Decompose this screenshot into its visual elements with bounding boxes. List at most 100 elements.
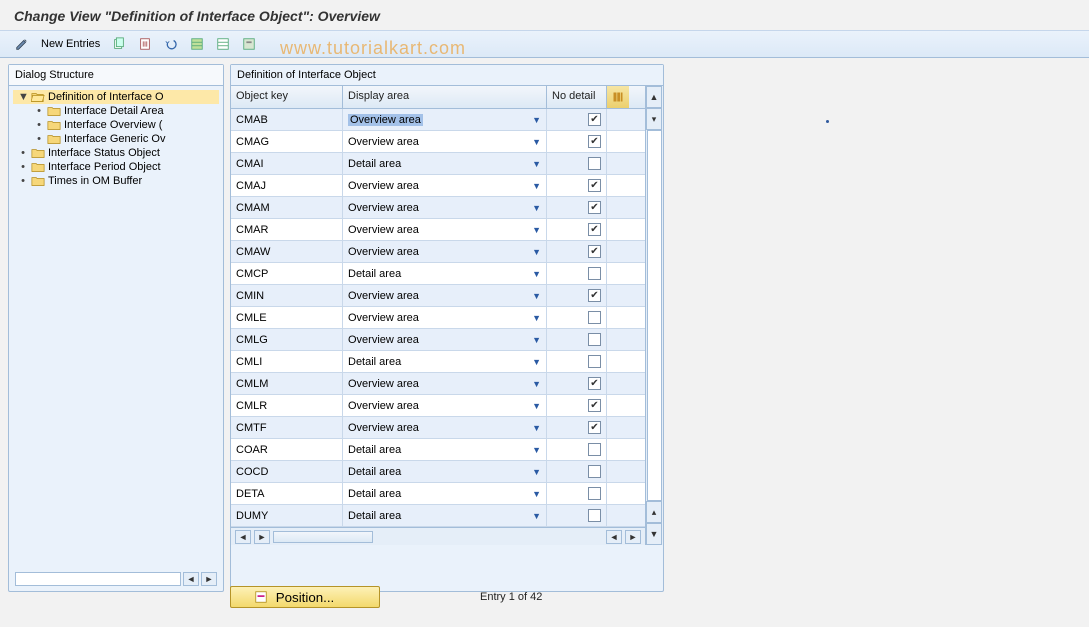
- dropdown-caret-icon[interactable]: ▼: [532, 269, 541, 279]
- cell-display-area-dropdown[interactable]: Overview area▼: [343, 417, 547, 438]
- hscroll-left[interactable]: ◄: [183, 572, 199, 586]
- dropdown-caret-icon[interactable]: ▼: [532, 291, 541, 301]
- cell-object-key[interactable]: CMCP: [231, 263, 343, 284]
- no-detail-checkbox[interactable]: [588, 399, 601, 412]
- cell-display-area-dropdown[interactable]: Detail area▼: [343, 263, 547, 284]
- no-detail-checkbox[interactable]: [588, 443, 601, 456]
- cell-object-key[interactable]: CMIN: [231, 285, 343, 306]
- cell-object-key[interactable]: CMLE: [231, 307, 343, 328]
- cell-object-key[interactable]: CMLI: [231, 351, 343, 372]
- tree-node[interactable]: ▼Definition of Interface O: [13, 90, 219, 104]
- cell-object-key[interactable]: CMLG: [231, 329, 343, 350]
- cell-object-key[interactable]: CMAI: [231, 153, 343, 174]
- grid-vscroll-up[interactable]: ▲: [646, 86, 662, 108]
- tree-caret-icon[interactable]: •: [34, 133, 44, 145]
- cell-display-area-dropdown[interactable]: Detail area▼: [343, 483, 547, 504]
- tree-node[interactable]: •Interface Generic Ov: [13, 132, 219, 146]
- cell-display-area-dropdown[interactable]: Overview area▼: [343, 373, 547, 394]
- no-detail-checkbox[interactable]: [588, 487, 601, 500]
- dropdown-caret-icon[interactable]: ▼: [532, 511, 541, 521]
- table-row[interactable]: CMAMOverview area▼: [231, 197, 645, 219]
- dropdown-caret-icon[interactable]: ▼: [532, 379, 541, 389]
- no-detail-checkbox[interactable]: [588, 245, 601, 258]
- cell-object-key[interactable]: COCD: [231, 461, 343, 482]
- print-button[interactable]: [237, 34, 261, 54]
- table-row[interactable]: CMLMOverview area▼: [231, 373, 645, 395]
- table-row[interactable]: CMTFOverview area▼: [231, 417, 645, 439]
- no-detail-checkbox[interactable]: [588, 113, 601, 126]
- cell-display-area-dropdown[interactable]: Overview area▼: [343, 219, 547, 240]
- table-row[interactable]: CMCPDetail area▼: [231, 263, 645, 285]
- dropdown-caret-icon[interactable]: ▼: [532, 357, 541, 367]
- new-entries-button[interactable]: New Entries: [36, 34, 105, 54]
- select-all-button[interactable]: [185, 34, 209, 54]
- cell-object-key[interactable]: DETA: [231, 483, 343, 504]
- table-row[interactable]: DUMYDetail area▼: [231, 505, 645, 527]
- table-row[interactable]: CMAROverview area▼: [231, 219, 645, 241]
- grid-vscroll[interactable]: ▲ ▾ ▴ ▼: [645, 86, 663, 545]
- table-row[interactable]: COCDDetail area▼: [231, 461, 645, 483]
- table-row[interactable]: CMAJOverview area▼: [231, 175, 645, 197]
- grid-vscroll-track[interactable]: [647, 130, 662, 501]
- dropdown-caret-icon[interactable]: ▼: [532, 335, 541, 345]
- dropdown-caret-icon[interactable]: ▼: [532, 445, 541, 455]
- no-detail-checkbox[interactable]: [588, 267, 601, 280]
- column-header-key[interactable]: Object key: [231, 86, 343, 108]
- dropdown-caret-icon[interactable]: ▼: [532, 159, 541, 169]
- cell-object-key[interactable]: COAR: [231, 439, 343, 460]
- no-detail-checkbox[interactable]: [588, 135, 601, 148]
- cell-display-area-dropdown[interactable]: Detail area▼: [343, 439, 547, 460]
- cell-object-key[interactable]: CMAJ: [231, 175, 343, 196]
- grid-hscroll[interactable]: ◄ ► ◄ ►: [231, 527, 645, 545]
- tree-node[interactable]: •Interface Status Object: [13, 146, 219, 160]
- tree-caret-icon[interactable]: •: [18, 175, 28, 187]
- tree-caret-icon[interactable]: •: [18, 161, 28, 173]
- cell-display-area-dropdown[interactable]: Overview area▼: [343, 131, 547, 152]
- no-detail-checkbox[interactable]: [588, 223, 601, 236]
- grid-vscroll-pageup[interactable]: ▾: [646, 108, 662, 130]
- cell-object-key[interactable]: CMLM: [231, 373, 343, 394]
- cell-object-key[interactable]: CMAR: [231, 219, 343, 240]
- dropdown-caret-icon[interactable]: ▼: [532, 137, 541, 147]
- tree-node[interactable]: •Interface Period Object: [13, 160, 219, 174]
- no-detail-checkbox[interactable]: [588, 509, 601, 522]
- column-config-button[interactable]: [607, 86, 629, 108]
- cell-display-area-dropdown[interactable]: Overview area▼: [343, 175, 547, 196]
- cell-display-area-dropdown[interactable]: Overview area▼: [343, 285, 547, 306]
- delete-button[interactable]: [133, 34, 157, 54]
- no-detail-checkbox[interactable]: [588, 421, 601, 434]
- dropdown-caret-icon[interactable]: ▼: [532, 313, 541, 323]
- cell-display-area-dropdown[interactable]: Overview area▼: [343, 307, 547, 328]
- grid-hscroll-left2[interactable]: ◄: [606, 530, 622, 544]
- table-row[interactable]: CMLROverview area▼: [231, 395, 645, 417]
- table-row[interactable]: CMLIDetail area▼: [231, 351, 645, 373]
- no-detail-checkbox[interactable]: [588, 311, 601, 324]
- no-detail-checkbox[interactable]: [588, 333, 601, 346]
- toggle-display-change-button[interactable]: [10, 34, 34, 54]
- dialog-structure-tree[interactable]: ▼Definition of Interface O•Interface Det…: [9, 86, 223, 192]
- hscroll-track[interactable]: [15, 572, 181, 586]
- deselect-all-button[interactable]: [211, 34, 235, 54]
- dropdown-caret-icon[interactable]: ▼: [532, 181, 541, 191]
- dropdown-caret-icon[interactable]: ▼: [532, 423, 541, 433]
- cell-object-key[interactable]: CMAM: [231, 197, 343, 218]
- no-detail-checkbox[interactable]: [588, 377, 601, 390]
- dropdown-caret-icon[interactable]: ▼: [532, 115, 541, 125]
- table-row[interactable]: CMLEOverview area▼: [231, 307, 645, 329]
- cell-object-key[interactable]: CMLR: [231, 395, 343, 416]
- no-detail-checkbox[interactable]: [588, 355, 601, 368]
- table-row[interactable]: CMLGOverview area▼: [231, 329, 645, 351]
- cell-display-area-dropdown[interactable]: Overview area▼: [343, 241, 547, 262]
- copy-as-button[interactable]: [107, 34, 131, 54]
- no-detail-checkbox[interactable]: [588, 465, 601, 478]
- dropdown-caret-icon[interactable]: ▼: [532, 401, 541, 411]
- cell-object-key[interactable]: CMAG: [231, 131, 343, 152]
- cell-display-area-dropdown[interactable]: Detail area▼: [343, 461, 547, 482]
- hscroll-right[interactable]: ►: [201, 572, 217, 586]
- table-row[interactable]: DETADetail area▼: [231, 483, 645, 505]
- cell-display-area-dropdown[interactable]: Detail area▼: [343, 505, 547, 526]
- table-row[interactable]: CMINOverview area▼: [231, 285, 645, 307]
- grid-vscroll-down[interactable]: ▼: [646, 523, 662, 545]
- cell-display-area-dropdown[interactable]: Overview area▼: [343, 109, 547, 130]
- dropdown-caret-icon[interactable]: ▼: [532, 467, 541, 477]
